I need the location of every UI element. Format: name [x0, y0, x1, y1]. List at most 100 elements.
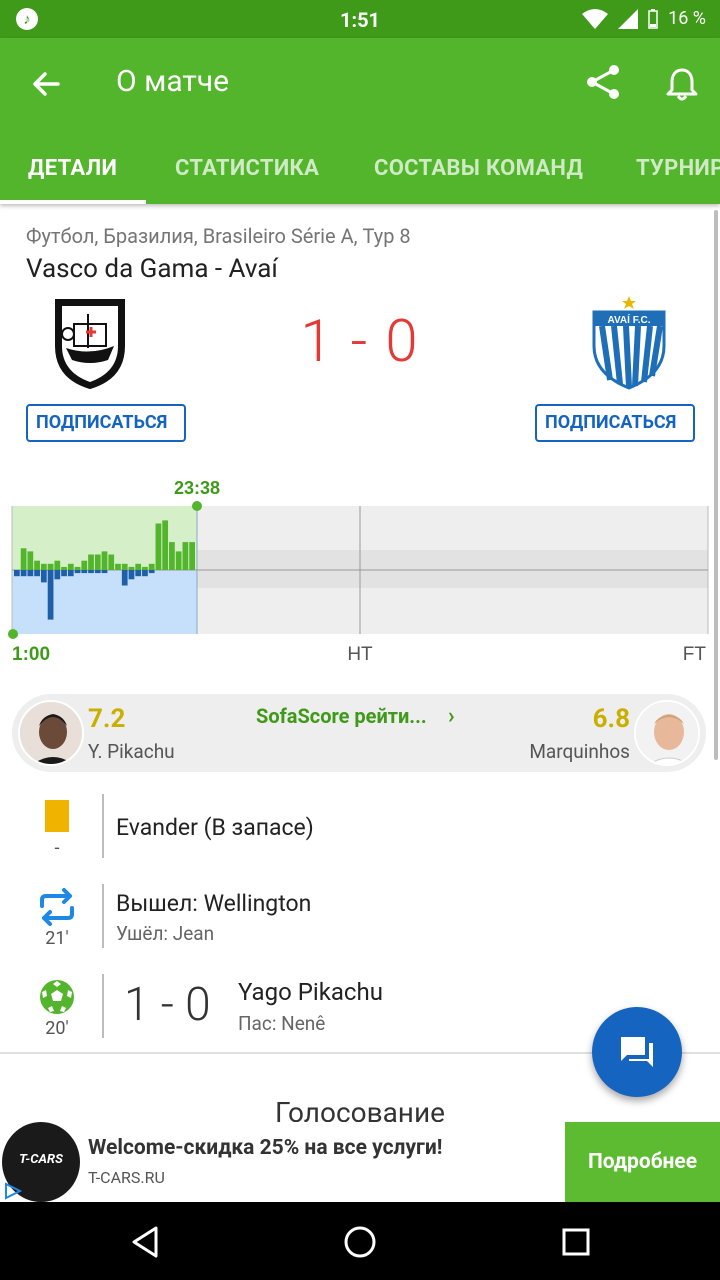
- chevron-right-icon: ›: [448, 704, 455, 729]
- scrollbar[interactable]: [714, 210, 718, 760]
- away-pressure-bar: [14, 570, 20, 577]
- home-pressure-bar: [47, 563, 54, 570]
- sub-player-out: Ушёл: Jean: [116, 922, 215, 945]
- away-pressure-bar: [135, 570, 142, 577]
- ad-banner[interactable]: T-CARS Welcome-скидка 25% на все услуги!…: [0, 1122, 720, 1202]
- home-pressure-bar: [74, 566, 81, 570]
- signal-icon: [618, 8, 639, 29]
- ad-url: T-CARS.RU: [88, 1168, 165, 1187]
- goal-scorer: Yago Pikachu: [238, 978, 383, 1006]
- match-details-content[interactable]: Футбол, Бразилия, Brasileiro Série A, Ту…: [0, 204, 720, 1124]
- home-pressure-bar: [40, 563, 47, 570]
- chat-fab-button[interactable]: [592, 1007, 682, 1097]
- sub-player-in: Вышел: Wellington: [116, 890, 312, 917]
- away-pressure-bar: [94, 570, 101, 574]
- app-bar: О матче ДЕТАЛИ СТАТИСТИКА СОСТАВЫ КОМАНД…: [0, 38, 720, 204]
- away-pressure-bar: [67, 570, 74, 577]
- current-time-marker: [192, 501, 202, 511]
- nav-recents-icon[interactable]: [556, 1222, 596, 1262]
- home-pressure-bar: [142, 566, 148, 570]
- start-marker: [8, 629, 18, 639]
- away-pressure-bar: [81, 570, 88, 574]
- away-pressure-bar: [54, 570, 61, 580]
- goal-assist: Пас: Nenê: [238, 1012, 326, 1035]
- current-time-label: 23:38: [174, 478, 220, 498]
- avai-logo[interactable]: AVAÍ F.C.: [590, 296, 668, 390]
- event-divider: [102, 884, 104, 948]
- tab-tournament[interactable]: ТУРНИР: [636, 156, 720, 181]
- event-minute: 20': [45, 1018, 69, 1039]
- share-icon[interactable]: [584, 62, 624, 102]
- home-pressure-bar: [81, 560, 88, 570]
- home-pressure-bar: [34, 560, 40, 570]
- home-pressure-bar: [101, 551, 108, 570]
- home-pressure-bar: [175, 551, 182, 570]
- nav-home-icon[interactable]: [340, 1222, 380, 1262]
- vasco-da-gama-logo[interactable]: [52, 296, 128, 390]
- x-label-start: 1:00: [12, 644, 50, 665]
- home-rating-value: 7.2: [88, 704, 126, 734]
- notification-bell-icon[interactable]: [662, 64, 702, 104]
- home-pressure-bar: [121, 563, 128, 570]
- wifi-icon: [582, 8, 609, 29]
- away-pressure-bar: [148, 570, 155, 574]
- breadcrumb: Футбол, Бразилия, Brasileiro Série A, Ту…: [26, 224, 411, 248]
- sofascore-rating-link[interactable]: SofaScore рейти...: [256, 704, 427, 728]
- home-pressure-bar: [162, 520, 169, 570]
- event-divider: [102, 974, 104, 1038]
- substitution-icon: [40, 888, 74, 926]
- x-label-ft: FT: [683, 644, 707, 665]
- away-pressure-bar: [34, 570, 40, 577]
- chat-icon: [621, 1037, 653, 1067]
- match-title: Vasco da Gama - Avaí: [26, 254, 278, 284]
- away-pressure-bar: [27, 570, 34, 577]
- away-pressure-bar: [47, 570, 54, 620]
- event-substitution[interactable]: 21' Вышел: Wellington Ушёл: Jean: [0, 884, 720, 962]
- home-pressure-bar: [20, 548, 27, 570]
- status-bar: ♪ 1:51 16 %: [0, 0, 720, 38]
- away-pressure-bar: [128, 570, 135, 580]
- home-pressure-bar: [61, 566, 67, 570]
- subscribe-home-button[interactable]: ПОДПИСАТЬСЯ: [26, 404, 186, 442]
- home-pressure-bar: [27, 551, 34, 570]
- away-rating-value: 6.8: [592, 704, 630, 734]
- event-yellow-card[interactable]: - Evander (В запасе): [0, 794, 720, 872]
- match-score: 1 - 0: [300, 308, 420, 376]
- away-pressure-bar: [74, 570, 81, 574]
- page-title: О матче: [116, 64, 230, 99]
- away-pressure-bar: [20, 570, 27, 577]
- ad-cta-button[interactable]: Подробнее: [565, 1122, 720, 1202]
- home-pressure-bar: [108, 554, 115, 570]
- home-pressure-bar: [67, 563, 74, 570]
- tab-statistics[interactable]: СТАТИСТИКА: [175, 156, 319, 181]
- battery-percent: 16 %: [668, 8, 706, 29]
- navigation-bar: [0, 1202, 720, 1280]
- x-label-ht: HT: [347, 644, 373, 665]
- away-player-avatar: [634, 700, 700, 766]
- yellow-card-icon: [45, 800, 69, 832]
- subscribe-away-button[interactable]: ПОДПИСАТЬСЯ: [535, 404, 695, 442]
- away-pressure-bar: [40, 570, 47, 583]
- goal-score: 1 - 0: [124, 978, 211, 1032]
- attack-momentum-chart[interactable]: 23:38 1:00 HT FT: [0, 472, 720, 672]
- home-player-avatar: [18, 700, 84, 766]
- home-pressure-bar: [54, 560, 61, 570]
- tab-lineups[interactable]: СОСТАВЫ КОМАНД: [374, 156, 583, 181]
- home-pressure-bar: [182, 542, 189, 570]
- away-pressure-bar: [121, 570, 128, 586]
- away-pressure-bar: [142, 570, 148, 577]
- ad-choices-icon[interactable]: [2, 1180, 24, 1202]
- home-player-name: Y. Pikachu: [88, 740, 175, 763]
- home-pressure-bar: [148, 563, 155, 570]
- avai-logo-text: AVAÍ F.C.: [608, 313, 651, 326]
- football-icon: [40, 980, 74, 1014]
- home-pressure-bar: [155, 523, 162, 570]
- tab-bar: ДЕТАЛИ СТАТИСТИКА СОСТАВЫ КОМАНД ТУРНИР: [0, 142, 720, 204]
- home-pressure-bar: [128, 566, 135, 570]
- back-arrow-icon[interactable]: [28, 66, 64, 102]
- event-minute: 21': [45, 928, 69, 949]
- away-pressure-bar: [88, 570, 94, 574]
- nav-back-icon[interactable]: [126, 1222, 166, 1262]
- tab-details[interactable]: ДЕТАЛИ: [28, 156, 117, 181]
- sofascore-rating-card[interactable]: 7.2 Y. Pikachu SofaScore рейти... › 6.8 …: [12, 694, 706, 772]
